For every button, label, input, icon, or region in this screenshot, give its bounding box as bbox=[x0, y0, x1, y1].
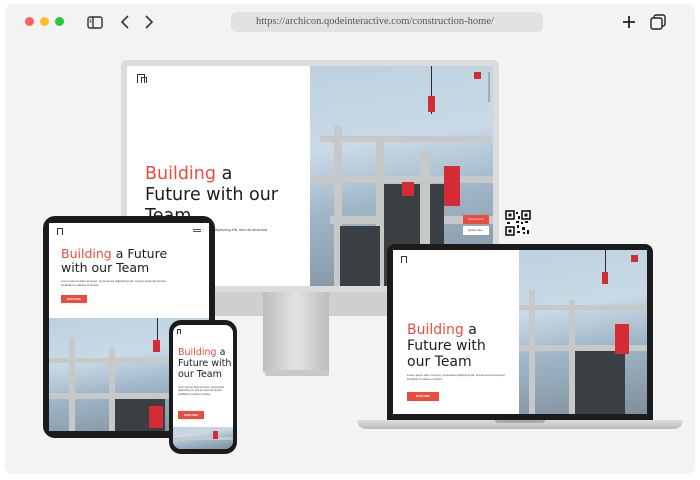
laptop-body: Lorem ipsum dolor sit amet, consectetur … bbox=[407, 373, 506, 381]
laptop-logo-icon bbox=[401, 256, 407, 263]
phone-hero-photo bbox=[173, 427, 233, 449]
laptop-hero-photo bbox=[519, 250, 647, 414]
maximize-window-button[interactable] bbox=[55, 17, 64, 26]
close-window-button[interactable] bbox=[25, 17, 34, 26]
page-content: Building a Future with our Team tur adip… bbox=[5, 40, 695, 474]
minimize-window-button[interactable] bbox=[40, 17, 49, 26]
laptop-menu-square[interactable] bbox=[631, 255, 638, 262]
plus-icon[interactable] bbox=[619, 12, 639, 32]
laptop-notch bbox=[495, 420, 545, 423]
phone-logo-icon bbox=[177, 329, 181, 334]
chevron-right-icon[interactable] bbox=[139, 12, 159, 32]
chevron-left-icon[interactable] bbox=[115, 12, 135, 32]
laptop-headline: Building a Future with our Team bbox=[407, 322, 486, 370]
side-badge-bottom[interactable]: Quick links bbox=[463, 226, 489, 235]
side-badge-top[interactable]: Tell a friend bbox=[463, 215, 489, 224]
tablet-body: Lorem ipsum dolor sit amet, consectetur … bbox=[61, 279, 167, 287]
qr-code bbox=[505, 210, 531, 236]
tablet-headline: Building a Future with our Team bbox=[61, 246, 168, 275]
tablet-menu-icon[interactable] bbox=[193, 229, 201, 230]
phone-cta-button[interactable]: EXPLORE bbox=[178, 411, 204, 419]
desktop-scrollbar[interactable] bbox=[488, 72, 490, 102]
browser-window: https://archicon.qodeinteractive.com/con… bbox=[5, 4, 695, 474]
phone-body: Lorem ipsum dolor sit amet, consectetur … bbox=[178, 386, 225, 396]
logo-icon-detail bbox=[141, 77, 147, 83]
tablet-logo-icon bbox=[57, 228, 63, 235]
browser-toolbar: https://archicon.qodeinteractive.com/con… bbox=[5, 4, 695, 38]
desktop-menu-square[interactable] bbox=[474, 72, 481, 79]
tablet-cta-button[interactable]: EXPLORE bbox=[61, 295, 87, 303]
phone-screen: Building a Future with our Team Lorem ip… bbox=[173, 325, 233, 449]
tabs-overview-icon[interactable] bbox=[648, 12, 668, 32]
sidebar-toggle-icon[interactable] bbox=[85, 12, 105, 32]
laptop-screen: Building a Future with our Team Lorem ip… bbox=[393, 250, 647, 414]
desktop-body-fragment: tur adipiscing elit, sed do eiusmod bbox=[207, 227, 268, 232]
monitor-foot bbox=[265, 370, 329, 376]
monitor-stand bbox=[263, 292, 329, 372]
address-bar[interactable]: https://archicon.qodeinteractive.com/con… bbox=[231, 12, 543, 32]
phone-headline: Building a Future with our Team bbox=[178, 347, 232, 380]
laptop-cta-button[interactable]: EXPLORE bbox=[407, 392, 439, 401]
